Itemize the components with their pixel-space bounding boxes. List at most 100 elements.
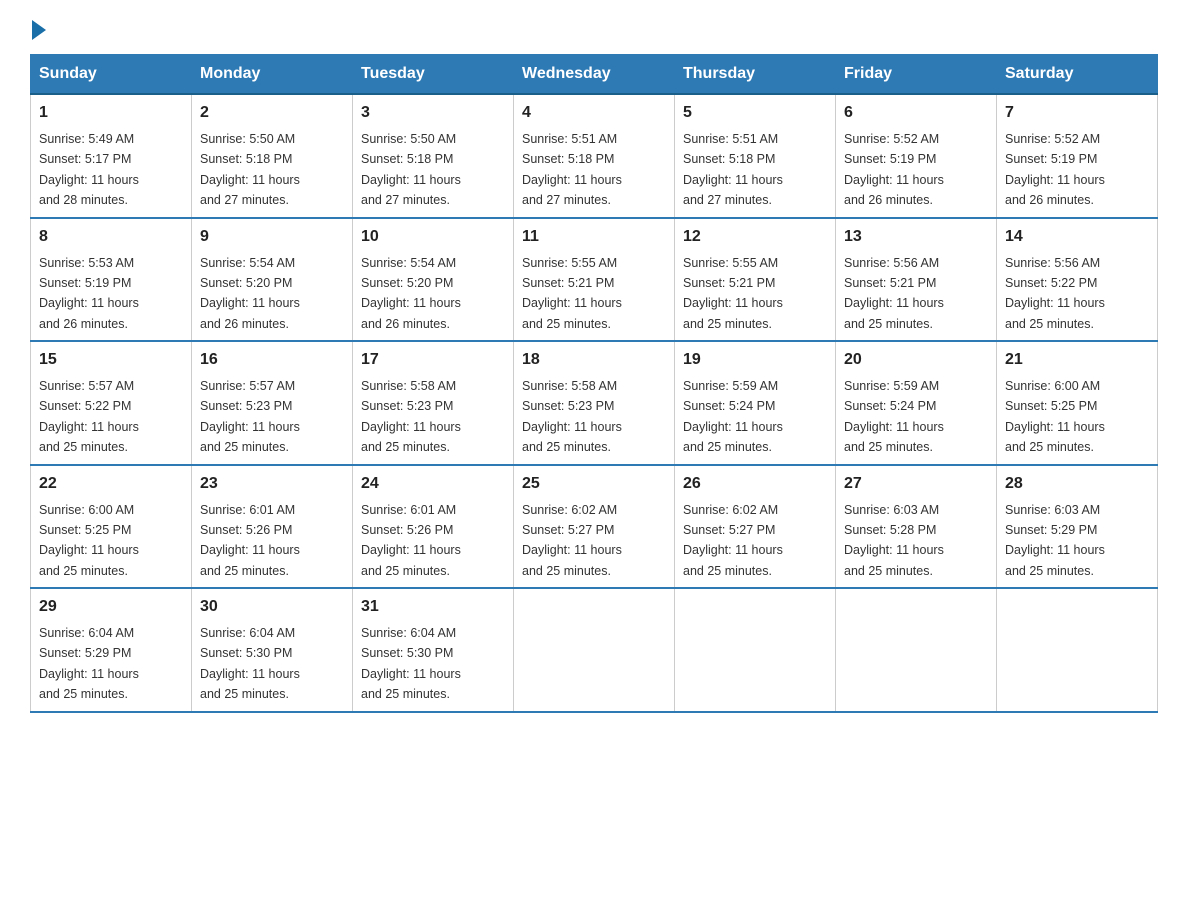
day-number: 6 bbox=[844, 101, 988, 125]
day-info: Sunrise: 6:00 AM Sunset: 5:25 PM Dayligh… bbox=[39, 503, 139, 578]
day-number: 31 bbox=[361, 595, 505, 619]
day-info: Sunrise: 5:59 AM Sunset: 5:24 PM Dayligh… bbox=[683, 379, 783, 454]
calendar-cell bbox=[997, 588, 1158, 712]
calendar-week-row: 29 Sunrise: 6:04 AM Sunset: 5:29 PM Dayl… bbox=[31, 588, 1158, 712]
day-number: 11 bbox=[522, 225, 666, 249]
day-number: 16 bbox=[200, 348, 344, 372]
calendar-cell: 28 Sunrise: 6:03 AM Sunset: 5:29 PM Dayl… bbox=[997, 465, 1158, 589]
calendar-cell: 19 Sunrise: 5:59 AM Sunset: 5:24 PM Dayl… bbox=[675, 341, 836, 465]
day-number: 2 bbox=[200, 101, 344, 125]
day-info: Sunrise: 6:03 AM Sunset: 5:29 PM Dayligh… bbox=[1005, 503, 1105, 578]
day-info: Sunrise: 6:04 AM Sunset: 5:30 PM Dayligh… bbox=[361, 626, 461, 701]
day-number: 3 bbox=[361, 101, 505, 125]
calendar-header-sunday: Sunday bbox=[31, 55, 192, 95]
calendar-header-monday: Monday bbox=[192, 55, 353, 95]
day-number: 18 bbox=[522, 348, 666, 372]
calendar-cell: 6 Sunrise: 5:52 AM Sunset: 5:19 PM Dayli… bbox=[836, 94, 997, 218]
day-number: 29 bbox=[39, 595, 183, 619]
day-number: 21 bbox=[1005, 348, 1149, 372]
day-info: Sunrise: 5:50 AM Sunset: 5:18 PM Dayligh… bbox=[200, 132, 300, 207]
day-number: 5 bbox=[683, 101, 827, 125]
day-info: Sunrise: 5:58 AM Sunset: 5:23 PM Dayligh… bbox=[522, 379, 622, 454]
logo-arrow-icon bbox=[32, 20, 46, 40]
calendar-cell: 15 Sunrise: 5:57 AM Sunset: 5:22 PM Dayl… bbox=[31, 341, 192, 465]
calendar-cell bbox=[514, 588, 675, 712]
day-info: Sunrise: 6:01 AM Sunset: 5:26 PM Dayligh… bbox=[361, 503, 461, 578]
calendar-cell: 4 Sunrise: 5:51 AM Sunset: 5:18 PM Dayli… bbox=[514, 94, 675, 218]
calendar-header-tuesday: Tuesday bbox=[353, 55, 514, 95]
day-info: Sunrise: 6:03 AM Sunset: 5:28 PM Dayligh… bbox=[844, 503, 944, 578]
day-number: 17 bbox=[361, 348, 505, 372]
day-info: Sunrise: 5:53 AM Sunset: 5:19 PM Dayligh… bbox=[39, 256, 139, 331]
calendar-cell: 26 Sunrise: 6:02 AM Sunset: 5:27 PM Dayl… bbox=[675, 465, 836, 589]
day-info: Sunrise: 5:58 AM Sunset: 5:23 PM Dayligh… bbox=[361, 379, 461, 454]
day-number: 25 bbox=[522, 472, 666, 496]
day-info: Sunrise: 5:49 AM Sunset: 5:17 PM Dayligh… bbox=[39, 132, 139, 207]
page-header bbox=[30, 20, 1158, 44]
calendar-cell: 24 Sunrise: 6:01 AM Sunset: 5:26 PM Dayl… bbox=[353, 465, 514, 589]
day-number: 27 bbox=[844, 472, 988, 496]
day-number: 15 bbox=[39, 348, 183, 372]
day-number: 19 bbox=[683, 348, 827, 372]
calendar-cell: 22 Sunrise: 6:00 AM Sunset: 5:25 PM Dayl… bbox=[31, 465, 192, 589]
calendar-cell: 5 Sunrise: 5:51 AM Sunset: 5:18 PM Dayli… bbox=[675, 94, 836, 218]
calendar-week-row: 1 Sunrise: 5:49 AM Sunset: 5:17 PM Dayli… bbox=[31, 94, 1158, 218]
calendar-cell: 8 Sunrise: 5:53 AM Sunset: 5:19 PM Dayli… bbox=[31, 218, 192, 342]
day-info: Sunrise: 5:51 AM Sunset: 5:18 PM Dayligh… bbox=[683, 132, 783, 207]
calendar-cell: 7 Sunrise: 5:52 AM Sunset: 5:19 PM Dayli… bbox=[997, 94, 1158, 218]
day-number: 13 bbox=[844, 225, 988, 249]
calendar-cell: 25 Sunrise: 6:02 AM Sunset: 5:27 PM Dayl… bbox=[514, 465, 675, 589]
logo bbox=[30, 20, 46, 44]
day-number: 22 bbox=[39, 472, 183, 496]
day-info: Sunrise: 5:54 AM Sunset: 5:20 PM Dayligh… bbox=[200, 256, 300, 331]
calendar-cell: 2 Sunrise: 5:50 AM Sunset: 5:18 PM Dayli… bbox=[192, 94, 353, 218]
day-number: 9 bbox=[200, 225, 344, 249]
calendar-cell: 17 Sunrise: 5:58 AM Sunset: 5:23 PM Dayl… bbox=[353, 341, 514, 465]
calendar-week-row: 15 Sunrise: 5:57 AM Sunset: 5:22 PM Dayl… bbox=[31, 341, 1158, 465]
calendar-cell: 20 Sunrise: 5:59 AM Sunset: 5:24 PM Dayl… bbox=[836, 341, 997, 465]
day-number: 8 bbox=[39, 225, 183, 249]
calendar-cell: 18 Sunrise: 5:58 AM Sunset: 5:23 PM Dayl… bbox=[514, 341, 675, 465]
day-info: Sunrise: 6:02 AM Sunset: 5:27 PM Dayligh… bbox=[522, 503, 622, 578]
calendar-header-saturday: Saturday bbox=[997, 55, 1158, 95]
calendar-header-row: SundayMondayTuesdayWednesdayThursdayFrid… bbox=[31, 55, 1158, 95]
day-info: Sunrise: 5:52 AM Sunset: 5:19 PM Dayligh… bbox=[1005, 132, 1105, 207]
day-number: 7 bbox=[1005, 101, 1149, 125]
day-info: Sunrise: 5:50 AM Sunset: 5:18 PM Dayligh… bbox=[361, 132, 461, 207]
day-number: 28 bbox=[1005, 472, 1149, 496]
day-info: Sunrise: 6:00 AM Sunset: 5:25 PM Dayligh… bbox=[1005, 379, 1105, 454]
calendar-cell: 29 Sunrise: 6:04 AM Sunset: 5:29 PM Dayl… bbox=[31, 588, 192, 712]
day-number: 14 bbox=[1005, 225, 1149, 249]
day-info: Sunrise: 5:56 AM Sunset: 5:22 PM Dayligh… bbox=[1005, 256, 1105, 331]
day-number: 12 bbox=[683, 225, 827, 249]
day-info: Sunrise: 5:55 AM Sunset: 5:21 PM Dayligh… bbox=[522, 256, 622, 331]
day-number: 26 bbox=[683, 472, 827, 496]
calendar-cell: 10 Sunrise: 5:54 AM Sunset: 5:20 PM Dayl… bbox=[353, 218, 514, 342]
day-info: Sunrise: 5:59 AM Sunset: 5:24 PM Dayligh… bbox=[844, 379, 944, 454]
calendar-cell: 30 Sunrise: 6:04 AM Sunset: 5:30 PM Dayl… bbox=[192, 588, 353, 712]
calendar-cell: 16 Sunrise: 5:57 AM Sunset: 5:23 PM Dayl… bbox=[192, 341, 353, 465]
calendar-cell bbox=[675, 588, 836, 712]
calendar-cell: 23 Sunrise: 6:01 AM Sunset: 5:26 PM Dayl… bbox=[192, 465, 353, 589]
calendar-cell: 11 Sunrise: 5:55 AM Sunset: 5:21 PM Dayl… bbox=[514, 218, 675, 342]
day-info: Sunrise: 5:52 AM Sunset: 5:19 PM Dayligh… bbox=[844, 132, 944, 207]
day-info: Sunrise: 5:54 AM Sunset: 5:20 PM Dayligh… bbox=[361, 256, 461, 331]
day-info: Sunrise: 5:57 AM Sunset: 5:22 PM Dayligh… bbox=[39, 379, 139, 454]
calendar-cell: 13 Sunrise: 5:56 AM Sunset: 5:21 PM Dayl… bbox=[836, 218, 997, 342]
day-number: 30 bbox=[200, 595, 344, 619]
calendar-cell: 1 Sunrise: 5:49 AM Sunset: 5:17 PM Dayli… bbox=[31, 94, 192, 218]
day-info: Sunrise: 6:01 AM Sunset: 5:26 PM Dayligh… bbox=[200, 503, 300, 578]
calendar-cell: 12 Sunrise: 5:55 AM Sunset: 5:21 PM Dayl… bbox=[675, 218, 836, 342]
day-number: 24 bbox=[361, 472, 505, 496]
calendar-cell: 14 Sunrise: 5:56 AM Sunset: 5:22 PM Dayl… bbox=[997, 218, 1158, 342]
day-info: Sunrise: 5:56 AM Sunset: 5:21 PM Dayligh… bbox=[844, 256, 944, 331]
calendar-header-wednesday: Wednesday bbox=[514, 55, 675, 95]
calendar-cell: 21 Sunrise: 6:00 AM Sunset: 5:25 PM Dayl… bbox=[997, 341, 1158, 465]
day-info: Sunrise: 5:55 AM Sunset: 5:21 PM Dayligh… bbox=[683, 256, 783, 331]
calendar-cell: 27 Sunrise: 6:03 AM Sunset: 5:28 PM Dayl… bbox=[836, 465, 997, 589]
calendar-table: SundayMondayTuesdayWednesdayThursdayFrid… bbox=[30, 54, 1158, 713]
day-number: 20 bbox=[844, 348, 988, 372]
calendar-header-thursday: Thursday bbox=[675, 55, 836, 95]
day-info: Sunrise: 5:57 AM Sunset: 5:23 PM Dayligh… bbox=[200, 379, 300, 454]
calendar-cell: 3 Sunrise: 5:50 AM Sunset: 5:18 PM Dayli… bbox=[353, 94, 514, 218]
